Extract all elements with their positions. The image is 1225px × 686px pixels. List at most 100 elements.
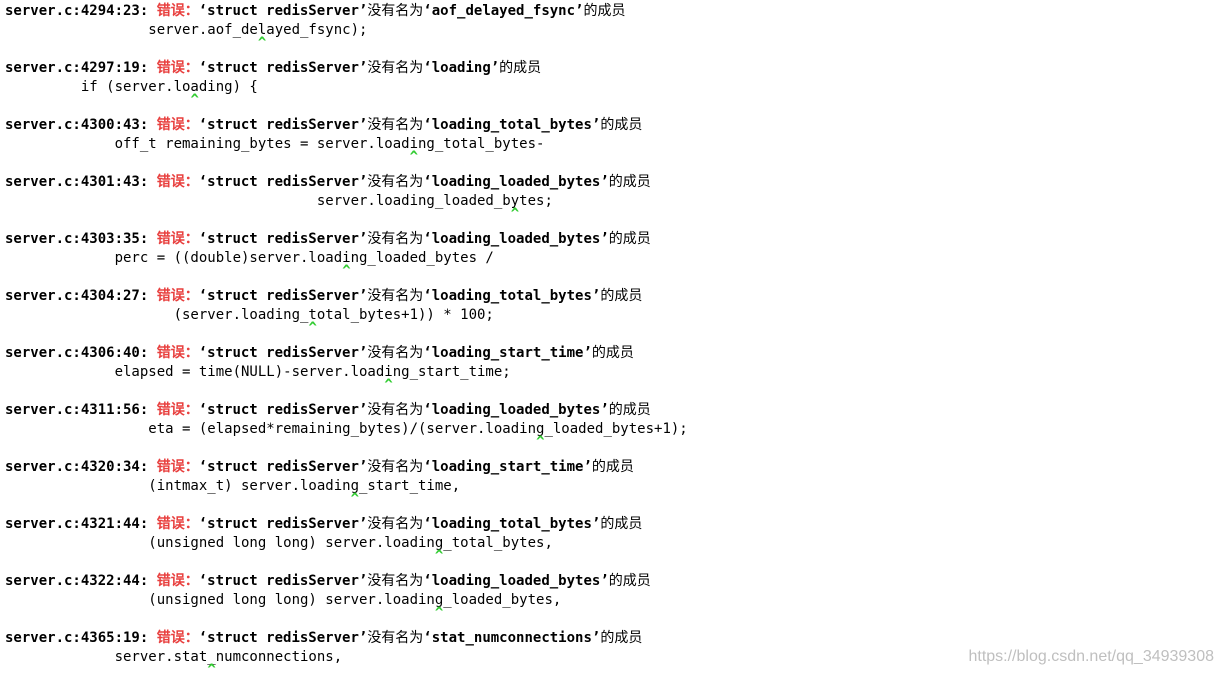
error-member: ‘loading_start_time’: [423, 459, 592, 475]
error-label: 错误：: [156, 630, 199, 646]
terminal-output: server.c:4294:23: 错误：‘struct redisServer…: [5, 2, 1220, 686]
compiler-error: server.c:4297:19: 错误：‘struct redisServer…: [5, 59, 1220, 116]
error-location: server.c:4297:19:: [5, 60, 149, 76]
error-caret-line: ^: [5, 491, 1220, 515]
error-code-line: elapsed = time(NULL)-server.loading_star…: [5, 364, 511, 380]
error-label: 错误：: [156, 117, 199, 133]
error-member: ‘aof_delayed_fsync’: [423, 3, 584, 19]
error-label: 错误：: [156, 573, 199, 589]
caret-marker: ^: [207, 662, 216, 678]
error-caret-line: ^: [5, 548, 1220, 572]
error-code-line: if (server.loading) {: [5, 79, 258, 95]
caret-marker: ^: [350, 491, 360, 507]
compiler-error: server.c:4301:43: 错误：‘struct redisServer…: [5, 173, 1220, 230]
caret-marker: ^: [384, 377, 393, 393]
caret-marker: ^: [190, 92, 199, 108]
error-member: ‘stat_numconnections’: [423, 630, 601, 646]
error-struct: ‘struct redisServer’: [198, 459, 368, 475]
error-caret-line: ^: [5, 206, 1220, 230]
error-tail: 的成员: [608, 573, 651, 589]
error-header: server.c:4311:56: 错误：‘struct redisServer…: [5, 401, 1220, 420]
error-header: server.c:4303:35: 错误：‘struct redisServer…: [5, 230, 1220, 249]
error-tail: 的成员: [600, 516, 643, 532]
error-tail: 的成员: [591, 459, 634, 475]
error-caret-line: ^: [5, 377, 1220, 401]
error-struct: ‘struct redisServer’: [198, 288, 368, 304]
error-header: server.c:4304:27: 错误：‘struct redisServer…: [5, 287, 1220, 306]
error-tail: 的成员: [583, 3, 626, 19]
error-tail: 的成员: [600, 630, 643, 646]
error-member: ‘loading_start_time’: [423, 345, 592, 361]
error-struct: ‘struct redisServer’: [198, 516, 368, 532]
compiler-error: server.c:4304:27: 错误：‘struct redisServer…: [5, 287, 1220, 344]
error-mid: 没有名为: [367, 345, 424, 361]
compiler-error: server.c:4294:23: 错误：‘struct redisServer…: [5, 2, 1220, 59]
error-header: server.c:4322:44: 错误：‘struct redisServer…: [5, 572, 1220, 591]
error-location: server.c:4311:56:: [5, 402, 149, 418]
error-struct: ‘struct redisServer’: [198, 345, 368, 361]
error-struct: ‘struct redisServer’: [198, 231, 368, 247]
error-location: server.c:4306:40:: [5, 345, 149, 361]
caret-marker: ^: [308, 320, 317, 336]
error-location: server.c:4321:44:: [5, 516, 149, 532]
error-header: server.c:4306:40: 错误：‘struct redisServer…: [5, 344, 1220, 363]
error-code-line: (server.loading_total_bytes+1)) * 100;: [5, 307, 494, 323]
error-mid: 没有名为: [367, 60, 424, 76]
error-header: server.c:4321:44: 错误：‘struct redisServer…: [5, 515, 1220, 534]
error-location: server.c:4301:43:: [5, 174, 149, 190]
error-location: server.c:4304:27:: [5, 288, 149, 304]
error-member: ‘loading_loaded_bytes’: [423, 573, 609, 589]
error-caret-line: ^: [5, 35, 1220, 59]
caret-marker: ^: [342, 263, 351, 279]
error-label: 错误：: [156, 174, 199, 190]
error-mid: 没有名为: [367, 174, 424, 190]
error-caret-line: ^: [5, 149, 1220, 173]
error-caret-line: ^: [5, 263, 1220, 287]
error-struct: ‘struct redisServer’: [198, 117, 368, 133]
error-mid: 没有名为: [367, 630, 424, 646]
compiler-error: server.c:4321:44: 错误：‘struct redisServer…: [5, 515, 1220, 572]
error-member: ‘loading_loaded_bytes’: [423, 231, 609, 247]
error-label: 错误：: [156, 516, 199, 532]
compiler-error: server.c:4303:35: 错误：‘struct redisServer…: [5, 230, 1220, 287]
error-code-line: server.aof_delayed_fsync);: [5, 22, 368, 38]
error-struct: ‘struct redisServer’: [198, 60, 368, 76]
error-location: server.c:4320:34:: [5, 459, 149, 475]
error-tail: 的成员: [591, 345, 634, 361]
error-mid: 没有名为: [367, 3, 424, 19]
error-tail: 的成员: [608, 231, 651, 247]
error-tail: 的成员: [608, 174, 651, 190]
watermark-url: https://blog.csdn.net/qq_34939308: [968, 648, 1214, 665]
error-struct: ‘struct redisServer’: [198, 402, 368, 418]
error-header: server.c:4300:43: 错误：‘struct redisServer…: [5, 116, 1220, 135]
compiler-error: server.c:4311:56: 错误：‘struct redisServer…: [5, 401, 1220, 458]
error-label: 错误：: [156, 345, 199, 361]
error-struct: ‘struct redisServer’: [198, 3, 368, 19]
error-struct: ‘struct redisServer’: [198, 630, 368, 646]
compiler-error: server.c:4306:40: 错误：‘struct redisServer…: [5, 344, 1220, 401]
error-member: ‘loading’: [423, 60, 500, 76]
error-label: 错误：: [156, 459, 199, 475]
error-caret-line: ^: [5, 92, 1220, 116]
error-mid: 没有名为: [367, 516, 424, 532]
error-code-line: server.loading_loaded_bytes;: [5, 193, 553, 209]
caret-marker: ^: [536, 434, 545, 450]
error-location: server.c:4322:44:: [5, 573, 149, 589]
caret-marker: ^: [434, 605, 444, 621]
error-caret-line: ^: [5, 662, 1220, 686]
error-code-line: off_t remaining_bytes = server.loading_t…: [5, 136, 545, 152]
error-label: 错误：: [156, 231, 199, 247]
error-location: server.c:4303:35:: [5, 231, 149, 247]
caret-marker: ^: [409, 149, 419, 165]
error-header: server.c:4294:23: 错误：‘struct redisServer…: [5, 2, 1220, 21]
error-member: ‘loading_total_bytes’: [423, 117, 601, 133]
error-tail: 的成员: [608, 402, 651, 418]
error-code-line: (unsigned long long) server.loading_load…: [5, 592, 562, 608]
error-tail: 的成员: [600, 288, 643, 304]
error-code-line: perc = ((double)server.loading_loaded_by…: [5, 250, 494, 266]
error-struct: ‘struct redisServer’: [198, 573, 368, 589]
error-header: server.c:4365:19: 错误：‘struct redisServer…: [5, 629, 1220, 648]
error-member: ‘loading_loaded_bytes’: [423, 174, 609, 190]
error-label: 错误：: [156, 3, 199, 19]
error-label: 错误：: [156, 60, 199, 76]
